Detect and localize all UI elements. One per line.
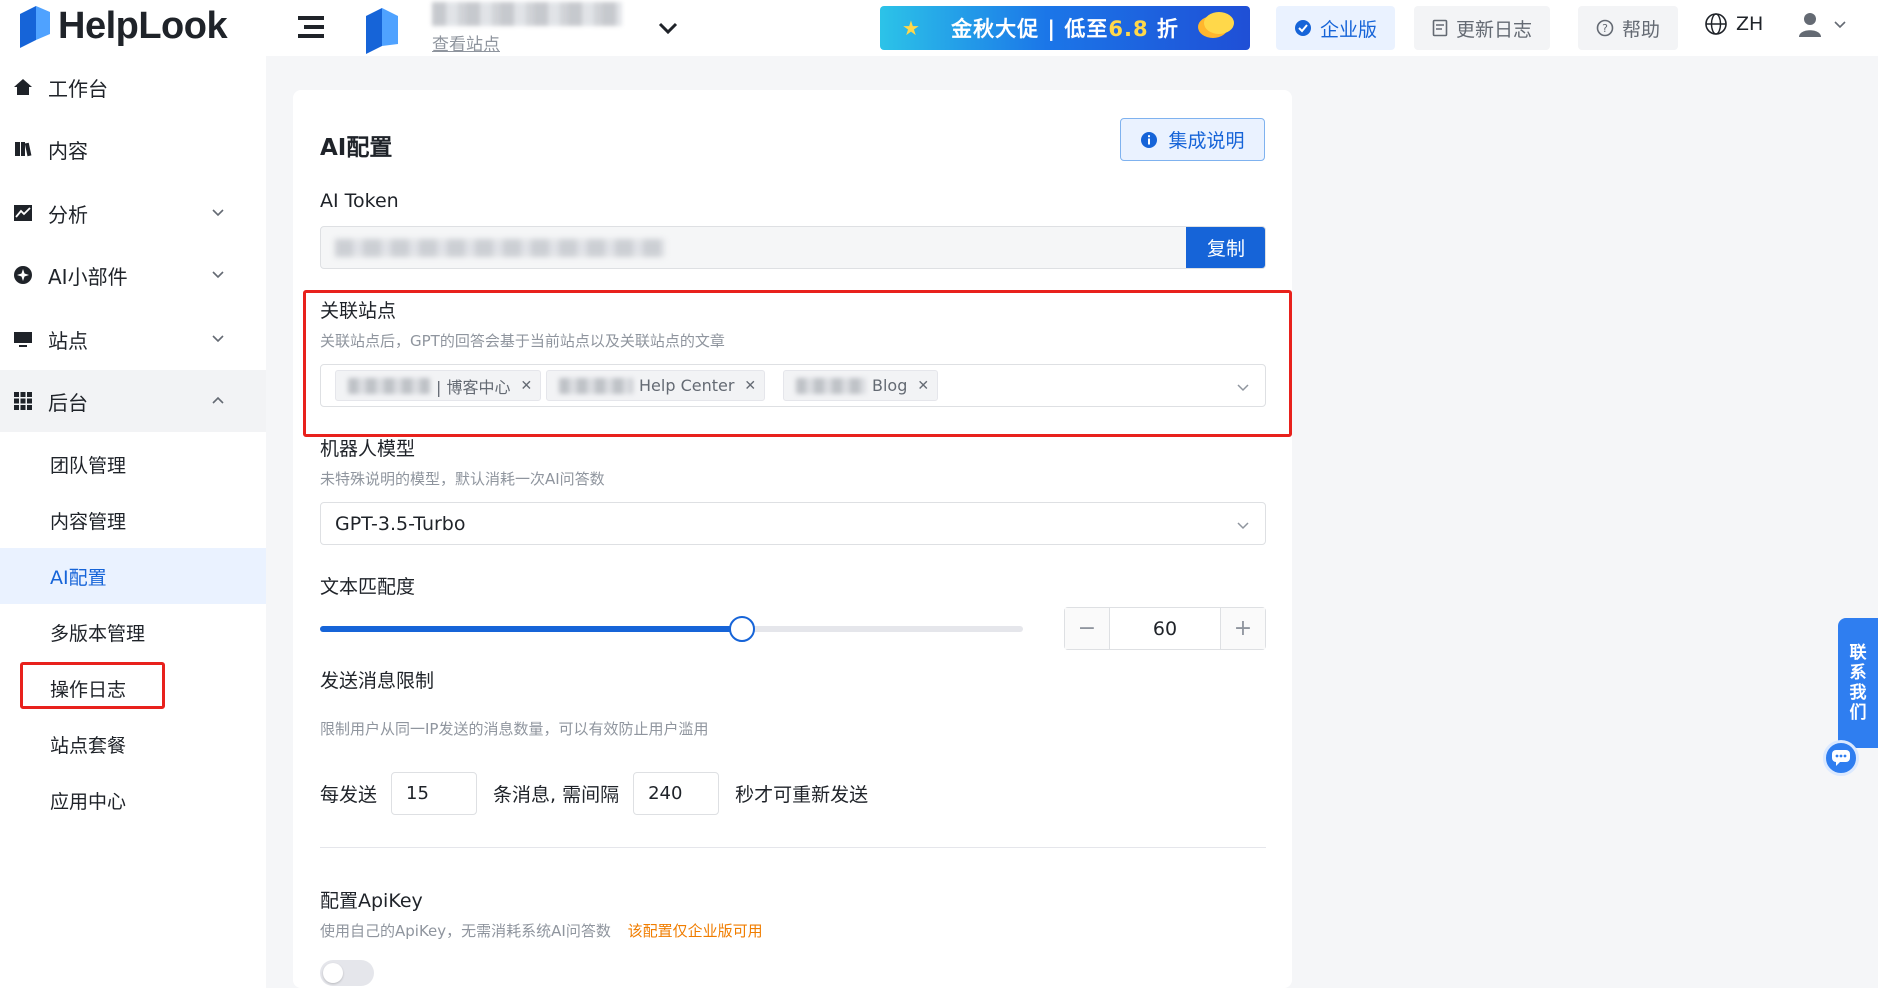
enterprise-only-warning: 该配置仅企业版可用 bbox=[627, 922, 763, 940]
match-stepper: − 60 + bbox=[1064, 607, 1266, 650]
site-logo-icon bbox=[366, 8, 398, 54]
question-circle-icon: ? bbox=[1596, 19, 1614, 37]
home-icon bbox=[12, 76, 34, 98]
chevron-down-icon bbox=[1834, 21, 1846, 29]
contact-us-tab[interactable]: 联 系 我 们 bbox=[1838, 618, 1878, 748]
chevron-down-icon bbox=[212, 335, 224, 343]
messages-count-input[interactable]: 15 bbox=[391, 772, 478, 815]
token-field[interactable]: 复制 bbox=[320, 226, 1266, 269]
model-hint: 未特殊说明的模型，默认消耗一次AI问答数 bbox=[320, 470, 605, 488]
svg-text:?: ? bbox=[1602, 22, 1608, 35]
tag-remove-icon[interactable]: ✕ bbox=[917, 378, 929, 394]
chevron-up-icon bbox=[212, 396, 224, 404]
app-root: HelpLook 查看站点 ★ 金秋大促 | 低至6.8 折 企业版 更新日志 … bbox=[0, 0, 1878, 988]
apikey-label: 配置ApiKey bbox=[320, 890, 423, 912]
chevron-down-icon bbox=[212, 271, 224, 279]
sidebar-sub-operation-log[interactable]: 操作日志 bbox=[0, 660, 266, 716]
brand-name: HelpLook bbox=[58, 4, 228, 47]
brand-logo[interactable]: HelpLook bbox=[18, 4, 228, 48]
sidebar-sub-team[interactable]: 团队管理 bbox=[0, 436, 266, 492]
match-slider-handle[interactable] bbox=[728, 616, 755, 642]
chart-line-icon bbox=[12, 202, 34, 224]
decrement-button[interactable]: − bbox=[1065, 608, 1109, 649]
book-icon bbox=[12, 138, 34, 160]
promo-text: 金秋大促 | 低至6.8 折 bbox=[951, 17, 1179, 41]
rate-limit-row: 每发送 15 条消息, 需间隔 240 秒才可重新发送 bbox=[320, 772, 868, 815]
linked-site-tag: | 博客中心 ✕ bbox=[335, 370, 542, 401]
sidebar: 工作台 内容 分析 AI小部件 站点 后台 团队管理 内容管理 AI配置 多版本… bbox=[0, 56, 266, 988]
linked-sites-label: 关联站点 bbox=[320, 300, 397, 322]
star-icon: ★ bbox=[902, 16, 920, 40]
increment-button[interactable]: + bbox=[1221, 608, 1265, 649]
copy-token-button[interactable]: 复制 bbox=[1186, 227, 1265, 268]
ai-widget-icon bbox=[12, 264, 34, 286]
model-label: 机器人模型 bbox=[320, 438, 416, 460]
changelog-button[interactable]: 更新日志 bbox=[1414, 6, 1551, 50]
linked-site-tag: Help Center ✕ bbox=[546, 370, 766, 401]
chat-bubble-icon[interactable] bbox=[1823, 740, 1859, 776]
document-icon bbox=[1432, 19, 1448, 37]
enterprise-button[interactable]: 企业版 bbox=[1276, 6, 1396, 50]
sidebar-sub-versions[interactable]: 多版本管理 bbox=[0, 604, 266, 660]
view-site-link[interactable]: 查看站点 bbox=[432, 30, 500, 55]
chevron-down-icon bbox=[1237, 384, 1249, 392]
site-name-redacted bbox=[432, 2, 622, 26]
sidebar-sub-plan[interactable]: 站点套餐 bbox=[0, 716, 266, 772]
apikey-hint: 使用自己的ApiKey，无需消耗系统AI问答数 该配置仅企业版可用 bbox=[320, 922, 763, 940]
tag-name-redacted bbox=[348, 377, 430, 394]
sidebar-sub-ai-config[interactable]: AI配置 bbox=[0, 548, 266, 604]
sidebar-item-workbench[interactable]: 工作台 bbox=[0, 56, 266, 118]
menu-toggle-icon[interactable] bbox=[296, 14, 326, 40]
apikey-toggle[interactable] bbox=[320, 960, 374, 986]
match-slider[interactable] bbox=[320, 616, 1023, 642]
match-slider-fill bbox=[320, 626, 742, 632]
promo-banner[interactable]: ★ 金秋大促 | 低至6.8 折 bbox=[880, 6, 1250, 50]
user-menu[interactable] bbox=[1796, 10, 1848, 38]
token-label: AI Token bbox=[320, 190, 399, 212]
tag-name-redacted bbox=[559, 377, 633, 394]
token-value-redacted bbox=[335, 239, 665, 257]
sidebar-item-backend[interactable]: 后台 bbox=[0, 370, 266, 432]
helplook-logo-icon bbox=[20, 6, 50, 48]
info-icon bbox=[1141, 131, 1158, 148]
section-divider bbox=[320, 847, 1266, 848]
chevron-down-icon bbox=[1237, 522, 1249, 530]
integration-guide-button[interactable]: 集成说明 bbox=[1120, 118, 1265, 161]
tag-remove-icon[interactable]: ✕ bbox=[744, 378, 756, 394]
ai-config-card: AI配置 集成说明 AI Token 复制 关联站点 关联站点后，GPT的回答会… bbox=[293, 90, 1292, 988]
sidebar-item-site[interactable]: 站点 bbox=[0, 308, 266, 370]
toggle-knob bbox=[323, 963, 343, 983]
linked-site-tag: Blog ✕ bbox=[783, 370, 939, 401]
globe-icon bbox=[1705, 13, 1727, 35]
language-switch[interactable]: ZH bbox=[1704, 12, 1763, 36]
sidebar-item-ai-widget[interactable]: AI小部件 bbox=[0, 244, 266, 306]
chevron-down-icon bbox=[212, 209, 224, 217]
help-button[interactable]: ? 帮助 bbox=[1578, 6, 1679, 50]
linked-sites-hint: 关联站点后，GPT的回答会基于当前站点以及关联站点的文章 bbox=[320, 332, 725, 350]
model-select[interactable]: GPT-3.5-Turbo bbox=[320, 502, 1266, 545]
top-header: HelpLook 查看站点 ★ 金秋大促 | 低至6.8 折 企业版 更新日志 … bbox=[0, 0, 1878, 56]
check-circle-icon bbox=[1295, 20, 1311, 36]
monitor-icon bbox=[12, 328, 34, 350]
sidebar-item-content[interactable]: 内容 bbox=[0, 118, 266, 180]
rate-limit-hint: 限制用户从同一IP发送的消息数量，可以有效防止用户滥用 bbox=[320, 720, 709, 738]
rate-limit-label: 发送消息限制 bbox=[320, 670, 435, 692]
tag-name-redacted bbox=[796, 377, 866, 394]
tag-remove-icon[interactable]: ✕ bbox=[520, 378, 532, 394]
model-value: GPT-3.5-Turbo bbox=[335, 513, 466, 535]
site-switch-chevron-icon[interactable] bbox=[656, 16, 680, 40]
linked-sites-select[interactable]: | 博客中心 ✕ Help Center ✕ Blog ✕ bbox=[320, 364, 1266, 407]
sidebar-sub-app-center[interactable]: 应用中心 bbox=[0, 772, 266, 828]
match-label: 文本匹配度 bbox=[320, 576, 416, 598]
interval-seconds-input[interactable]: 240 bbox=[633, 772, 720, 815]
user-avatar-icon bbox=[1799, 13, 1821, 37]
coin-icon bbox=[1204, 12, 1234, 34]
page-title: AI配置 bbox=[320, 135, 393, 161]
sidebar-sub-content-manage[interactable]: 内容管理 bbox=[0, 492, 266, 548]
sidebar-item-analytics[interactable]: 分析 bbox=[0, 182, 266, 244]
grid-icon bbox=[12, 390, 34, 412]
match-value[interactable]: 60 bbox=[1109, 608, 1221, 649]
